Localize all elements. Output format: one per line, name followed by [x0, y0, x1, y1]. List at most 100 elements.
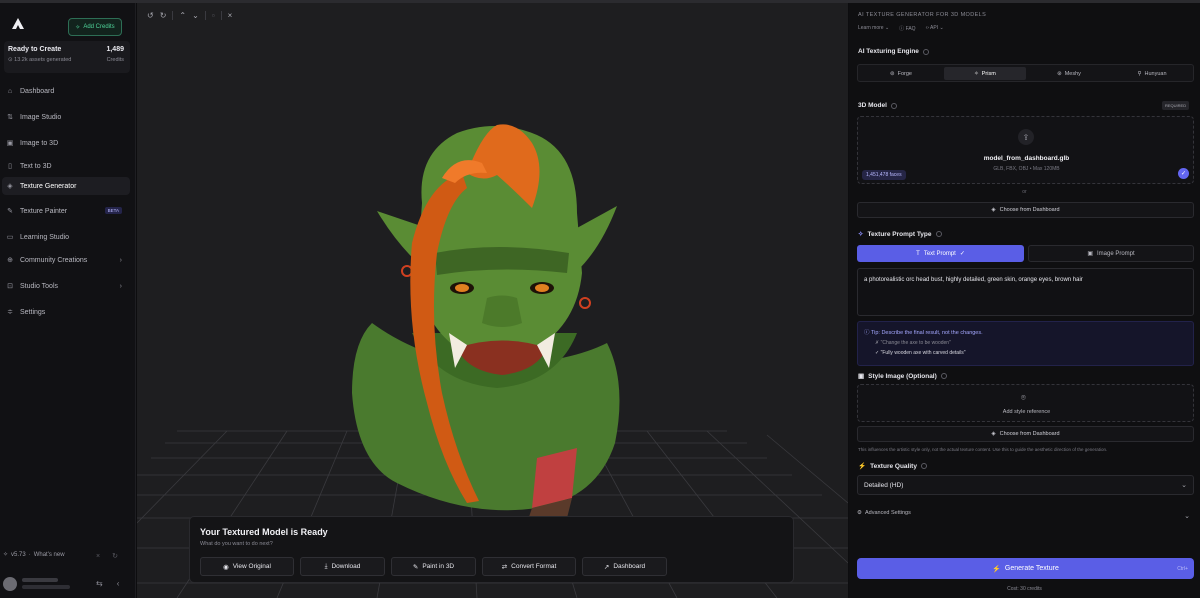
image-icon: ▣ [858, 373, 865, 380]
eye-off-icon: ◉ [223, 563, 229, 571]
advanced-settings-toggle[interactable]: ⚙ Advanced Settings ⌄ [857, 510, 1194, 526]
quality-label-text: Texture Quality [870, 462, 917, 470]
sidebar-item-label: Texture Generator [20, 182, 77, 190]
grid-icon[interactable]: ▫ [212, 11, 215, 20]
info-icon[interactable] [940, 373, 947, 379]
redo-icon[interactable]: ↻ [160, 11, 167, 20]
sidebar-item-label: Learning Studio [20, 233, 70, 241]
upload-icon: ⇪ [1018, 129, 1034, 145]
engine-selector: ⊚ Forge ✧ Prism ⊛ Meshy ⚲ Hunyuan [857, 64, 1194, 82]
prompt-type-label: ✧ Texture Prompt Type [858, 230, 942, 238]
info-icon: ⓘ [864, 330, 870, 336]
tools-icon: ⊡ [7, 283, 13, 290]
chevron-down-icon[interactable]: ⌄ [192, 11, 199, 20]
required-badge: REQUIRED [1162, 101, 1190, 110]
add-credits-label: Add Credits [83, 24, 115, 30]
paint-label: Paint in 3D [422, 563, 455, 570]
panel-title: AI TEXTURE GENERATOR FOR 3D MODELS [858, 12, 987, 18]
advanced-label: Advanced Settings [865, 510, 911, 516]
sidebar-item-image-studio[interactable]: ⇅ Image Studio [2, 108, 130, 126]
engine-label: AI Texturing Engine [858, 48, 929, 55]
image-prompt-label: Image Prompt [1096, 250, 1135, 257]
tip-bad-example: ✗ "Change the axe to be wooden" [875, 340, 951, 346]
engine-forge[interactable]: ⊚ Forge [860, 67, 942, 80]
sidebar-item-label: Image Studio [20, 113, 62, 121]
download-label: Download [331, 563, 361, 570]
image-icon: ▣ [6, 140, 14, 147]
ready-title: Your Textured Model is Ready [200, 527, 328, 537]
meshy-icon: ⊛ [1057, 70, 1062, 77]
engine-hunyuan[interactable]: ⚲ Hunyuan [1112, 67, 1192, 80]
undo-icon[interactable]: ↺ [147, 11, 154, 20]
3d-viewport[interactable]: ↺ ↻ ⌃ ⌄ ▫ × Your Textured Model is Ready… [137, 3, 848, 598]
sidebar-item-studio-tools[interactable]: ⊡ Studio Tools › [2, 277, 130, 295]
app-logo-icon[interactable] [10, 16, 26, 32]
external-link-icon: ↗ [603, 563, 610, 571]
version-info[interactable]: ✧ v5.73 · What's new [3, 551, 65, 559]
sidebar-item-texture-generator[interactable]: ◈ Texture Generator [2, 177, 130, 195]
avatar[interactable] [3, 577, 17, 591]
tip-good-text: "Fully wooden axe with carved details" [880, 350, 966, 356]
engine-label: Forge [897, 70, 912, 77]
sidebar-item-label: Community Creations [20, 256, 88, 264]
sparkle-icon: ✧ [3, 552, 9, 558]
text-prompt-tab[interactable]: T Text Prompt ✓ [857, 245, 1024, 262]
download-button[interactable]: ⤓ Download [300, 557, 385, 576]
sidebar-item-text-to-3d[interactable]: ▯ Text to 3D [2, 157, 130, 175]
sidebar-item-label: Text to 3D [20, 162, 52, 170]
collapse-sidebar-icon[interactable]: ‹ [117, 579, 120, 588]
whats-new-link[interactable]: What's new [34, 552, 65, 558]
cost-label: Cost: 30 credits [1007, 586, 1042, 592]
api-link[interactable]: ‹› API ⌄ [926, 25, 944, 32]
sidebar-item-image-to-3d[interactable]: ▣ Image to 3D [2, 134, 130, 152]
convert-format-button[interactable]: ⇄ Convert Format [482, 557, 576, 576]
faq-link[interactable]: ⓘ FAQ [899, 25, 915, 32]
info-icon[interactable] [920, 463, 927, 469]
style-reference-dropzone[interactable]: ⌾ Add style reference [857, 384, 1194, 422]
settings-icon: ⚙ [857, 510, 862, 516]
image-icon: ▣ [1087, 251, 1093, 257]
sidebar-item-dashboard[interactable]: ⌂ Dashboard [2, 82, 130, 100]
download-icon: ⤓ [324, 562, 328, 570]
add-credits-button[interactable]: ✧ Add Credits [68, 18, 122, 36]
chevron-right-icon: › [119, 256, 122, 264]
dashboard-button[interactable]: ↗ Dashboard [582, 557, 667, 576]
user-icons: ⇆ ‹ [96, 579, 119, 588]
sidebar-item-community-creations[interactable]: ⊕ Community Creations › [2, 251, 130, 269]
engine-meshy[interactable]: ⊛ Meshy [1028, 67, 1110, 80]
paint-in-3d-button[interactable]: ✎ Paint in 3D [391, 557, 476, 576]
view-original-label: View Original [232, 563, 271, 570]
info-icon[interactable] [890, 102, 897, 109]
choose-from-dashboard-button[interactable]: ◈ Choose from Dashboard [857, 202, 1194, 218]
sidebar-item-label: Studio Tools [20, 282, 59, 290]
close-icon[interactable]: × [96, 553, 100, 560]
sidebar-item-learning-studio[interactable]: ▭ Learning Studio [2, 228, 130, 246]
style-note: This influences the artistic style only,… [858, 447, 1108, 452]
choose-dashboard-label: Choose from Dashboard [999, 431, 1060, 437]
swap-icon[interactable]: ⇆ [96, 579, 103, 588]
quality-select[interactable]: Detailed (HD) ⌄ [857, 475, 1194, 495]
choose-from-dashboard-button-2[interactable]: ◈ Choose from Dashboard [857, 426, 1194, 442]
cross-icon: ✗ [875, 340, 880, 346]
prompt-textarea[interactable]: a photorealistic orc head bust, highly d… [857, 268, 1194, 316]
sidebar-item-texture-painter[interactable]: ✎ Texture Painter BETA [2, 202, 130, 220]
info-icon[interactable] [935, 231, 942, 237]
learn-more-link[interactable]: Learn more ⌄ [858, 25, 889, 32]
close-icon[interactable]: × [228, 11, 233, 20]
model-upload-dropzone[interactable]: ⇪ model_from_dashboard.glb GLB, FBX, OBJ… [857, 116, 1194, 184]
generate-texture-button[interactable]: ⚡ Generate Texture Ctrl+ [857, 558, 1194, 579]
hunyuan-icon: ⚲ [1137, 70, 1142, 77]
tip-good-example: ✓ "Fully wooden axe with carved details" [875, 350, 966, 356]
refresh-icon[interactable]: ↻ [112, 553, 118, 560]
version-label: v5.73 [11, 551, 26, 558]
image-prompt-tab[interactable]: ▣ Image Prompt [1028, 245, 1194, 262]
view-original-button[interactable]: ◉ View Original [200, 557, 294, 576]
sidebar-item-settings[interactable]: ≑ Settings [2, 303, 130, 321]
chevron-up-icon[interactable]: ⌃ [179, 11, 186, 20]
user-row[interactable]: ⇆ ‹ [0, 573, 136, 598]
sliders-icon: ≑ [7, 309, 13, 316]
lightning-icon: ⚡ [992, 565, 1001, 573]
info-icon[interactable] [922, 48, 929, 55]
engine-prism[interactable]: ✧ Prism [944, 67, 1026, 80]
sidebar-item-label: Image to 3D [20, 139, 59, 147]
